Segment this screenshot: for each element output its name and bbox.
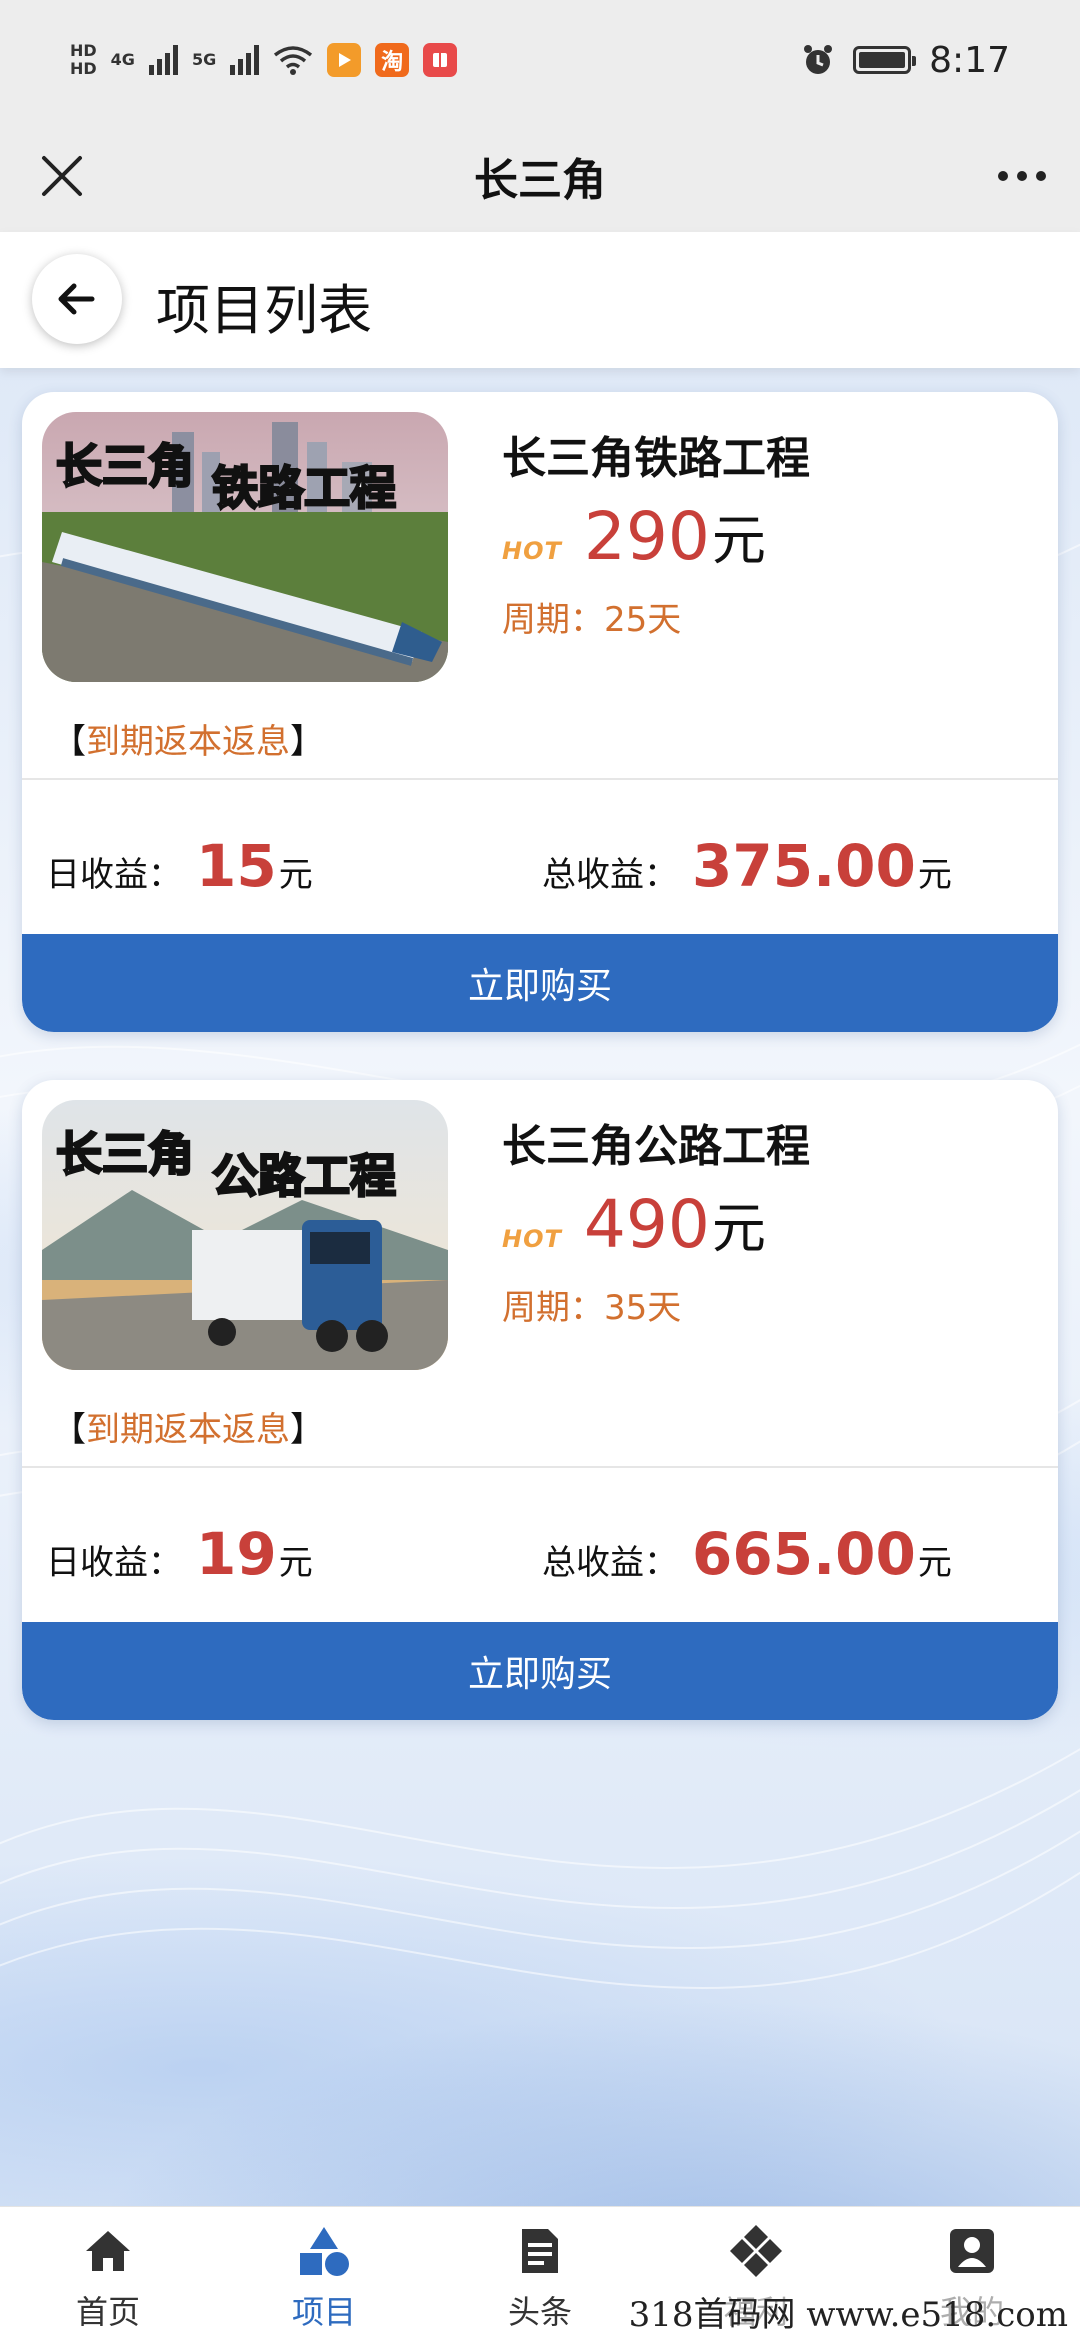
- video-app-icon: [327, 43, 362, 77]
- page-title: 项目列表: [156, 279, 372, 342]
- project-name: 长三角公路工程: [502, 1121, 810, 1172]
- book-app-icon: [423, 43, 458, 77]
- hd2-label: HD: [70, 59, 97, 78]
- watermark: 318首码网 www.e518.com: [622, 2287, 1074, 2336]
- thumb-title-left: 长三角: [56, 439, 194, 493]
- status-right: 8:17: [801, 40, 1010, 81]
- refund-text: 到期返本返息: [86, 1410, 290, 1450]
- bracket-right: 】: [290, 1410, 324, 1450]
- buy-button[interactable]: 立即购买: [22, 1622, 1058, 1720]
- daily-income: 日收益： 19 元: [46, 1520, 313, 1588]
- network-5g-label: 5G: [191, 50, 217, 69]
- price-unit: 元: [711, 1197, 766, 1260]
- project-thumbnail: 长三角 公路工程: [42, 1100, 448, 1370]
- clock-time: 8:17: [929, 39, 1010, 81]
- window-title: 长三角: [474, 155, 606, 206]
- arrow-left-icon: [58, 283, 95, 315]
- tab-news[interactable]: 头条: [432, 2207, 648, 2340]
- more-button[interactable]: [990, 150, 1054, 202]
- signal-icon: [148, 45, 178, 75]
- project-card: 长三角 铁路工程 长三角铁路工程 HOT 290 元 周期：25天 【到期返本返…: [22, 392, 1058, 1032]
- title-bar: 长三角: [0, 120, 1080, 232]
- price-unit: 元: [711, 509, 766, 572]
- refund-note: 【到期返本返息】: [52, 1402, 324, 1451]
- tab-label: 首页: [75, 2293, 140, 2331]
- period-label: 周期：: [502, 1288, 604, 1328]
- close-button[interactable]: [30, 144, 94, 208]
- diamond-icon: [728, 2223, 784, 2279]
- home-icon: [80, 2223, 136, 2279]
- price-row: HOT 490 元: [502, 1184, 766, 1263]
- price-value: 290: [583, 498, 710, 575]
- more-dot: [1036, 171, 1046, 181]
- total-label: 总收益：: [542, 855, 678, 895]
- battery-icon: [853, 46, 917, 74]
- more-dot: [1017, 171, 1027, 181]
- daily-value: 19: [196, 1520, 277, 1588]
- total-unit: 元: [917, 855, 952, 895]
- taobao-app-icon: 淘: [375, 43, 410, 77]
- refund-text: 到期返本返息: [86, 722, 290, 762]
- period-label: 周期：: [502, 600, 604, 640]
- hd-indicator: HD HD: [70, 42, 97, 78]
- price-value: 490: [583, 1186, 710, 1263]
- refund-note: 【到期返本返息】: [52, 714, 324, 763]
- more-dot: [998, 171, 1008, 181]
- back-button[interactable]: [32, 254, 122, 344]
- alarm-icon: [804, 45, 833, 74]
- divider: [22, 1466, 1058, 1468]
- signal-icon-2: [230, 45, 260, 75]
- thumb-title-right: 公路工程: [212, 1149, 396, 1203]
- period: 周期：35天: [502, 1280, 681, 1329]
- buy-button[interactable]: 立即购买: [22, 934, 1058, 1032]
- thumb-title-left: 长三角: [56, 1127, 194, 1181]
- total-income: 总收益： 375.00 元: [542, 832, 952, 900]
- total-unit: 元: [917, 1543, 952, 1583]
- tab-home[interactable]: 首页: [0, 2207, 216, 2340]
- period: 周期：25天: [502, 592, 681, 641]
- daily-unit: 元: [278, 855, 313, 895]
- user-icon: [944, 2223, 1000, 2279]
- hot-badge: HOT: [502, 537, 562, 565]
- total-income: 总收益： 665.00 元: [542, 1520, 952, 1588]
- period-value: 25天: [604, 600, 682, 640]
- page-header: 项目列表: [0, 232, 1080, 368]
- tab-projects[interactable]: 项目: [216, 2207, 432, 2340]
- document-icon: [512, 2223, 568, 2279]
- hd1-label: HD: [70, 41, 97, 60]
- divider: [22, 778, 1058, 780]
- tab-label: 项目: [291, 2293, 356, 2331]
- daily-label: 日收益：: [46, 1543, 182, 1583]
- daily-value: 15: [196, 832, 277, 900]
- daily-unit: 元: [278, 1543, 313, 1583]
- status-left: HD HD 4G 5G 淘: [70, 42, 458, 78]
- hot-badge: HOT: [502, 1225, 562, 1253]
- price-row: HOT 290 元: [502, 496, 766, 575]
- project-name: 长三角铁路工程: [502, 433, 810, 484]
- thumb-title-right: 铁路工程: [212, 461, 396, 515]
- network-4g-label: 4G: [110, 50, 135, 69]
- total-value: 665.00: [692, 1520, 916, 1588]
- total-label: 总收益：: [542, 1543, 678, 1583]
- total-value: 375.00: [692, 832, 916, 900]
- close-icon: [42, 156, 82, 196]
- daily-label: 日收益：: [46, 855, 182, 895]
- period-value: 35天: [604, 1288, 682, 1328]
- project-card: 长三角 公路工程 长三角公路工程 HOT 490 元 周期：35天 【到期返本返…: [22, 1080, 1058, 1720]
- bracket-left: 【: [52, 1410, 86, 1450]
- bracket-left: 【: [52, 722, 86, 762]
- status-bar: HD HD 4G 5G 淘 8:17: [0, 0, 1080, 120]
- bracket-right: 】: [290, 722, 324, 762]
- taobao-label: 淘: [381, 50, 404, 75]
- tab-label: 头条: [507, 2293, 572, 2331]
- shapes-icon: [296, 2223, 352, 2279]
- wifi-icon: [274, 46, 313, 75]
- project-thumbnail: 长三角 铁路工程: [42, 412, 448, 682]
- daily-income: 日收益： 15 元: [46, 832, 313, 900]
